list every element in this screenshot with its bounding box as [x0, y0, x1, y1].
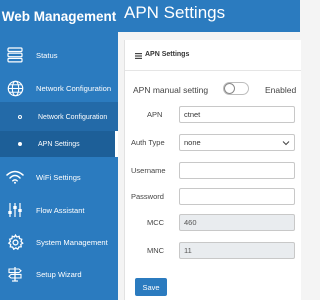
mcc-label: MCC [147, 218, 165, 227]
globe-icon [6, 79, 24, 97]
sidebar-item-wifi-settings[interactable]: WiFi Settings [0, 161, 118, 193]
sidebar-item-flow-assistant[interactable]: Flow Assistant [0, 194, 118, 226]
sidebar-subitem-apn-settings[interactable]: APN Settings [0, 131, 118, 157]
save-button[interactable]: Save [135, 278, 167, 296]
sidebar-item-system-management[interactable]: System Management [0, 226, 118, 258]
page-title: APN Settings [124, 3, 226, 22]
apn-settings-panel: APN Settings APN manual setting Enabled … [124, 40, 301, 300]
apn-manual-label: APN manual setting [133, 85, 209, 95]
sidebar-item-setup-wizard[interactable]: Setup Wizard [0, 258, 118, 290]
sidebar-subitem-network-configuration[interactable]: Network Configuration [0, 104, 118, 130]
username-input[interactable] [179, 162, 295, 179]
apn-value: ctnet [184, 110, 201, 119]
mnc-input: 11 [179, 242, 295, 259]
chevron-down-icon [282, 141, 290, 146]
toggle-knob [224, 83, 235, 94]
password-input[interactable] [179, 188, 295, 205]
signpost-icon [6, 265, 24, 283]
header-bar: APN Settings [118, 0, 300, 32]
mcc-input: 460 [179, 214, 295, 231]
mcc-value: 460 [184, 218, 197, 227]
sidebar-item-status[interactable]: Status [0, 39, 118, 71]
sidebar-item-label: Status [36, 50, 58, 60]
panel-title: APN Settings [145, 51, 190, 58]
bullet-icon [18, 142, 22, 146]
wifi-icon [6, 168, 24, 186]
bullet-icon [18, 115, 22, 119]
mnc-value: 11 [184, 246, 192, 255]
sidebar-subitem-label: Network Configuration [38, 113, 108, 121]
auth-type-select[interactable]: none [179, 134, 295, 151]
mnc-label: MNC [147, 246, 165, 255]
sidebar-item-label: Network Configuration [36, 83, 112, 93]
username-label: Username [131, 166, 166, 175]
sidebar-subitem-label: APN Settings [38, 140, 80, 148]
brand-title: Web Management [1, 8, 117, 24]
sliders-icon [6, 201, 24, 219]
auth-type-value: none [184, 138, 201, 147]
sidebar: Web Management Status Network Configurat… [0, 0, 118, 300]
password-label: Password [131, 192, 164, 201]
apn-manual-toggle[interactable] [223, 82, 249, 95]
list-icon [135, 53, 142, 59]
apn-input[interactable]: ctnet [179, 106, 295, 123]
sidebar-item-network-configuration[interactable]: Network Configuration [0, 72, 118, 104]
apn-label: APN [147, 110, 163, 119]
sidebar-item-label: Setup Wizard [36, 269, 82, 279]
storage-stack-icon [6, 46, 24, 64]
sidebar-item-label: Flow Assistant [36, 205, 85, 215]
gear-icon [6, 233, 24, 251]
active-indicator [115, 131, 118, 157]
sidebar-item-label: WiFi Settings [36, 172, 81, 182]
sidebar-item-label: System Management [36, 237, 108, 247]
panel-header: APN Settings [125, 40, 301, 71]
apn-manual-state: Enabled [265, 85, 297, 95]
auth-type-label: Auth Type [131, 138, 165, 147]
